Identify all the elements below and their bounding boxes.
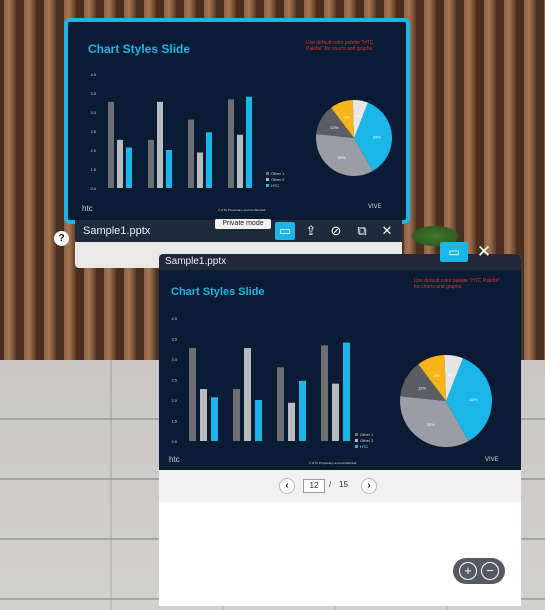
page-number-input[interactable]: 12 xyxy=(303,479,325,493)
legend-swatch xyxy=(355,445,358,448)
front-slide-window[interactable]: Sample1.pptx Chart Styles Slide Use defa… xyxy=(159,254,521,606)
legend-swatch xyxy=(266,184,269,187)
y-tick-label: 1.5 xyxy=(171,419,177,424)
pie-slice-label: 33% xyxy=(470,397,478,402)
bar-other-2 xyxy=(157,101,163,188)
back-brand-htc: htc xyxy=(82,204,93,213)
y-tick-label: 4.5 xyxy=(90,72,96,77)
legend-label: HTC xyxy=(360,444,368,449)
bar-other-1 xyxy=(189,348,196,441)
page-navigator: ‹ 12 / 15 › xyxy=(159,470,521,502)
pie-slice-label: 12% xyxy=(330,125,338,130)
pie-slice-label: 32% xyxy=(427,422,435,427)
legend-swatch xyxy=(355,433,358,436)
bar-htc xyxy=(211,397,218,441)
legend-swatch xyxy=(355,439,358,442)
bar-htc xyxy=(255,400,262,441)
y-tick-label: 2.5 xyxy=(171,378,177,383)
private-mode-tooltip: Private mode xyxy=(215,219,271,229)
bar-htc xyxy=(126,147,132,188)
pie-slice-label: 33% xyxy=(373,134,381,139)
help-button[interactable]: ? xyxy=(54,231,69,246)
upload-icon[interactable]: ⇪ xyxy=(301,222,321,240)
pie-slice-label: 6% xyxy=(355,114,361,119)
front-window-topbar-buttons: ▭ ✕ xyxy=(440,242,500,262)
y-tick-label: 2.5 xyxy=(90,129,96,134)
bar-htc xyxy=(299,380,306,441)
front-brand-htc: htc xyxy=(169,455,180,464)
legend-label: Other 2 xyxy=(360,438,374,443)
share-screen-icon[interactable]: ▭ xyxy=(440,242,468,262)
bar-other-1 xyxy=(233,389,240,441)
front-slide-footer: © HTC Proprietary and Confidential xyxy=(309,461,357,465)
bar-other-1 xyxy=(228,99,234,188)
bar-other-2 xyxy=(197,152,203,188)
legend-label: Other 2 xyxy=(271,177,285,182)
bar-other-1 xyxy=(188,119,194,188)
pie-slice-label: 9% xyxy=(434,373,440,378)
back-slide-footer: © HTC Proprietary and Confidential xyxy=(218,208,266,212)
back-chart-canvas: 0.0 1.5 2.0 2.5 3.0 3.5 4.5 Other 1Other 2HTC 33… xyxy=(90,72,392,191)
legend-label: HTC xyxy=(271,183,279,188)
y-tick-label: 2.0 xyxy=(171,398,177,403)
next-page-button[interactable]: › xyxy=(361,478,377,494)
legend-label: Other 1 xyxy=(360,432,374,437)
y-tick-label: 0.0 xyxy=(171,439,177,444)
y-tick-label: 3.5 xyxy=(171,337,177,342)
zoom-controls: + − xyxy=(453,558,505,584)
page-separator: / xyxy=(329,480,332,489)
legend-label: Other 1 xyxy=(271,171,285,176)
pie-slice-label: 12% xyxy=(418,385,426,390)
front-window-filename: Sample1.pptx xyxy=(165,256,227,267)
y-tick-label: 3.5 xyxy=(90,91,96,96)
bar-other-1 xyxy=(108,101,114,188)
legend-swatch xyxy=(266,178,269,181)
back-brand-vive: VIVE xyxy=(368,204,382,210)
prev-page-button[interactable]: ‹ xyxy=(279,478,295,494)
total-pages: 15 xyxy=(339,480,348,489)
y-tick-label: 1.5 xyxy=(90,167,96,172)
y-tick-label: 2.0 xyxy=(90,148,96,153)
y-tick-label: 3.0 xyxy=(90,110,96,115)
y-tick-label: 0.0 xyxy=(90,186,96,191)
bar-other-1 xyxy=(321,345,328,441)
bar-htc xyxy=(206,132,212,188)
notes-area: + − xyxy=(159,502,521,606)
bar-other-1 xyxy=(277,367,284,441)
hide-eye-icon[interactable]: ⊘ xyxy=(326,222,346,240)
bar-other-2 xyxy=(200,389,207,441)
bar-other-2 xyxy=(244,348,251,441)
bar-htc xyxy=(343,342,350,441)
front-chart-canvas: 0.0 1.5 2.0 2.5 3.0 3.5 4.5 Other 1Other 2HTC 33… xyxy=(171,316,493,449)
front-slide-view[interactable]: Chart Styles Slide Use default color pal… xyxy=(159,270,521,470)
window-resize-icon[interactable]: ⧉ xyxy=(352,222,372,240)
bar-htc xyxy=(246,96,252,188)
back-window-toolbar: Sample1.pptx Private mode ▭ ⇪ ⊘ ⧉ ✕ xyxy=(75,219,402,242)
pie-slice-label: 32% xyxy=(337,155,345,160)
close-icon[interactable]: ✕ xyxy=(377,222,397,240)
bar-other-2 xyxy=(237,134,243,188)
y-tick-label: 4.5 xyxy=(171,316,177,321)
bar-htc xyxy=(166,150,172,188)
screen-icon[interactable]: ▭ xyxy=(275,222,295,240)
bar-other-1 xyxy=(148,139,154,188)
front-close-icon[interactable]: ✕ xyxy=(474,242,494,262)
zoom-in-button[interactable]: + xyxy=(459,562,477,580)
back-window-filename: Sample1.pptx xyxy=(83,225,151,237)
bar-other-2 xyxy=(288,402,295,441)
pie-slice-label: 6% xyxy=(448,372,454,377)
bar-other-2 xyxy=(332,383,339,441)
back-slide-window[interactable]: Chart Styles Slide Use default color pal… xyxy=(64,18,410,224)
pie-slice-label: 9% xyxy=(344,115,350,120)
front-brand-vive: VIVE xyxy=(485,457,499,463)
zoom-out-button[interactable]: − xyxy=(481,562,499,580)
bar-other-2 xyxy=(117,139,123,188)
y-tick-label: 3.0 xyxy=(171,357,177,362)
legend-swatch xyxy=(266,172,269,175)
